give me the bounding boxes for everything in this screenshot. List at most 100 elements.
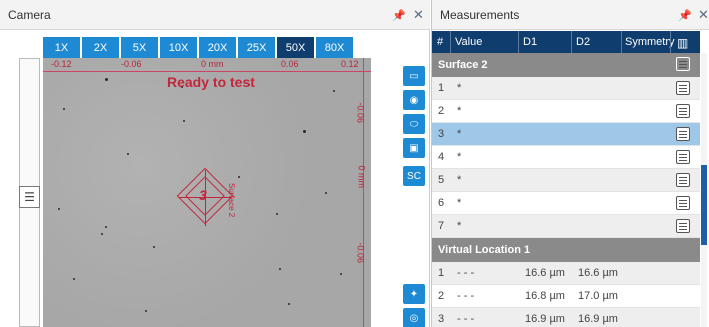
camera-capture-icon[interactable]: ◉ — [403, 90, 425, 110]
magnification-button-80x[interactable]: 80X — [316, 37, 353, 58]
table-header: # Value D1 D2 Symmetry ▥ — [432, 31, 700, 53]
table-row[interactable]: 1 * — [432, 77, 700, 100]
cell-d2: 16.9 µm — [578, 313, 618, 325]
specimen-particle — [145, 310, 147, 312]
cell-n: 7 — [438, 220, 445, 232]
light-icon[interactable]: ✦ — [403, 284, 425, 304]
ruler-tick: -0.12 — [51, 59, 72, 69]
table-row[interactable]: 2 - - - 16.8 µm 17.0 µm — [432, 285, 700, 308]
magnification-button-1x[interactable]: 1X — [43, 37, 80, 58]
ruler-icon[interactable]: ▭ — [403, 66, 425, 86]
camera-title: Camera — [8, 8, 51, 22]
table-row[interactable]: 1 - - - 16.6 µm 16.6 µm — [432, 262, 700, 285]
cell-n: 2 — [438, 290, 445, 302]
table-row[interactable]: 4 * — [432, 146, 700, 169]
note-icon[interactable] — [676, 173, 690, 187]
specimen-particle — [279, 268, 281, 270]
specimen-particle — [101, 233, 103, 235]
focus-slider-thumb[interactable]: ☰ — [19, 186, 40, 208]
cell-value: * — [457, 105, 462, 117]
target-icon[interactable]: ◎ — [403, 308, 425, 327]
specimen-particle — [288, 303, 290, 305]
note-icon[interactable] — [676, 150, 690, 164]
status-text: Ready to test — [167, 74, 255, 90]
column-header[interactable]: Value — [455, 36, 482, 48]
table-row[interactable]: 6 * — [432, 192, 700, 215]
magnification-button-50x[interactable]: 50X — [277, 37, 314, 58]
cell-n: 3 — [438, 313, 445, 325]
note-icon[interactable] — [676, 127, 690, 141]
camera-view[interactable]: -0.12 -0.06 0 mm 0.06 0.12 -0.06 0 mm -0… — [43, 58, 371, 327]
specimen-particle — [105, 78, 108, 81]
ruler-tick: -0.06 — [356, 242, 366, 263]
note-icon[interactable] — [676, 104, 690, 118]
cell-n: 6 — [438, 197, 445, 209]
cell-d2: 16.6 µm — [578, 267, 618, 279]
table-row[interactable]: 7 * — [432, 215, 700, 238]
group-header[interactable]: Surface 2 — [432, 53, 700, 77]
cell-value: - - - — [457, 267, 475, 279]
specimen-particle — [340, 273, 342, 275]
cell-d1: 16.9 µm — [525, 313, 565, 325]
measurements-header: Measurements 📌 ✕ — [432, 0, 709, 30]
specimen-particle — [303, 130, 306, 133]
camera-header: Camera 📌 ✕ — [0, 0, 430, 30]
column-header[interactable]: Symmetry — [625, 36, 675, 48]
cell-value: * — [457, 151, 462, 163]
group-label: Virtual Location 1 — [438, 244, 531, 256]
note-icon[interactable] — [676, 219, 690, 233]
specimen-particle — [58, 208, 60, 210]
table-row[interactable]: 2 * — [432, 100, 700, 123]
note-icon[interactable] — [676, 196, 690, 210]
note-icon[interactable] — [676, 81, 690, 95]
measurements-title: Measurements — [440, 8, 520, 22]
magnification-button-10x[interactable]: 10X — [160, 37, 197, 58]
pin-icon[interactable]: 📌 — [392, 9, 406, 22]
ruler-tick: 0 mm — [201, 59, 224, 69]
indent-number: 3 — [199, 187, 207, 203]
app-root: Camera 📌 ✕ 1X 2X 5X 10X 20X 25X 50X 80X ☰ -0.12… — [0, 0, 709, 327]
table-row[interactable]: 5 * — [432, 169, 700, 192]
specimen-particle — [63, 108, 65, 110]
cell-n: 3 — [438, 128, 445, 140]
camera-panel: Camera 📌 ✕ 1X 2X 5X 10X 20X 25X 50X 80X ☰ -0.12… — [0, 0, 430, 327]
specimen-particle — [333, 90, 335, 92]
table-row[interactable]: 3 - - - 16.9 µm 16.9 µm — [432, 308, 700, 327]
image-stack-icon[interactable]: ▣ — [403, 138, 425, 158]
magnification-button-20x[interactable]: 20X — [199, 37, 236, 58]
cell-value: * — [457, 220, 462, 232]
magnification-bar: 1X 2X 5X 10X 20X 25X 50X 80X — [43, 37, 355, 58]
magnification-button-25x[interactable]: 25X — [238, 37, 275, 58]
specimen-particle — [238, 176, 240, 178]
ruler-tick: -0.06 — [121, 59, 142, 69]
cell-value: - - - — [457, 313, 475, 325]
sc-icon[interactable]: SC — [403, 166, 425, 186]
columns-icon[interactable]: ▥ — [677, 36, 688, 50]
table-row[interactable]: 3 * — [432, 123, 700, 146]
scrollbar-thumb[interactable] — [701, 165, 707, 245]
cell-value: * — [457, 82, 462, 94]
cell-d1: 16.6 µm — [525, 267, 565, 279]
cell-value: - - - — [457, 290, 475, 302]
cell-value: * — [457, 174, 462, 186]
ruler-tick: 0 mm — [356, 165, 366, 189]
specimen-particle — [105, 226, 107, 228]
ruler-tick: -0.06 — [356, 102, 366, 123]
cell-n: 2 — [438, 105, 445, 117]
note-icon[interactable] — [676, 57, 690, 71]
column-header[interactable]: D2 — [576, 36, 590, 48]
column-header[interactable]: # — [437, 36, 443, 48]
magnification-button-2x[interactable]: 2X — [82, 37, 119, 58]
column-header[interactable]: D1 — [523, 36, 537, 48]
group-header[interactable]: Virtual Location 1 — [432, 238, 700, 262]
specimen-particle — [276, 213, 278, 215]
indent-label: Surface 2 — [227, 183, 236, 218]
pin-icon[interactable]: 📌 — [678, 9, 692, 22]
specimen-particle — [153, 246, 155, 248]
surface-shape-icon[interactable]: ⬭ — [403, 114, 425, 134]
magnification-button-5x[interactable]: 5X — [121, 37, 158, 58]
ruler-tick: 0.06 — [281, 59, 299, 69]
close-icon[interactable]: ✕ — [698, 7, 709, 23]
close-icon[interactable]: ✕ — [413, 7, 424, 23]
ruler-top: -0.12 -0.06 0 mm 0.06 0.12 — [43, 58, 371, 72]
